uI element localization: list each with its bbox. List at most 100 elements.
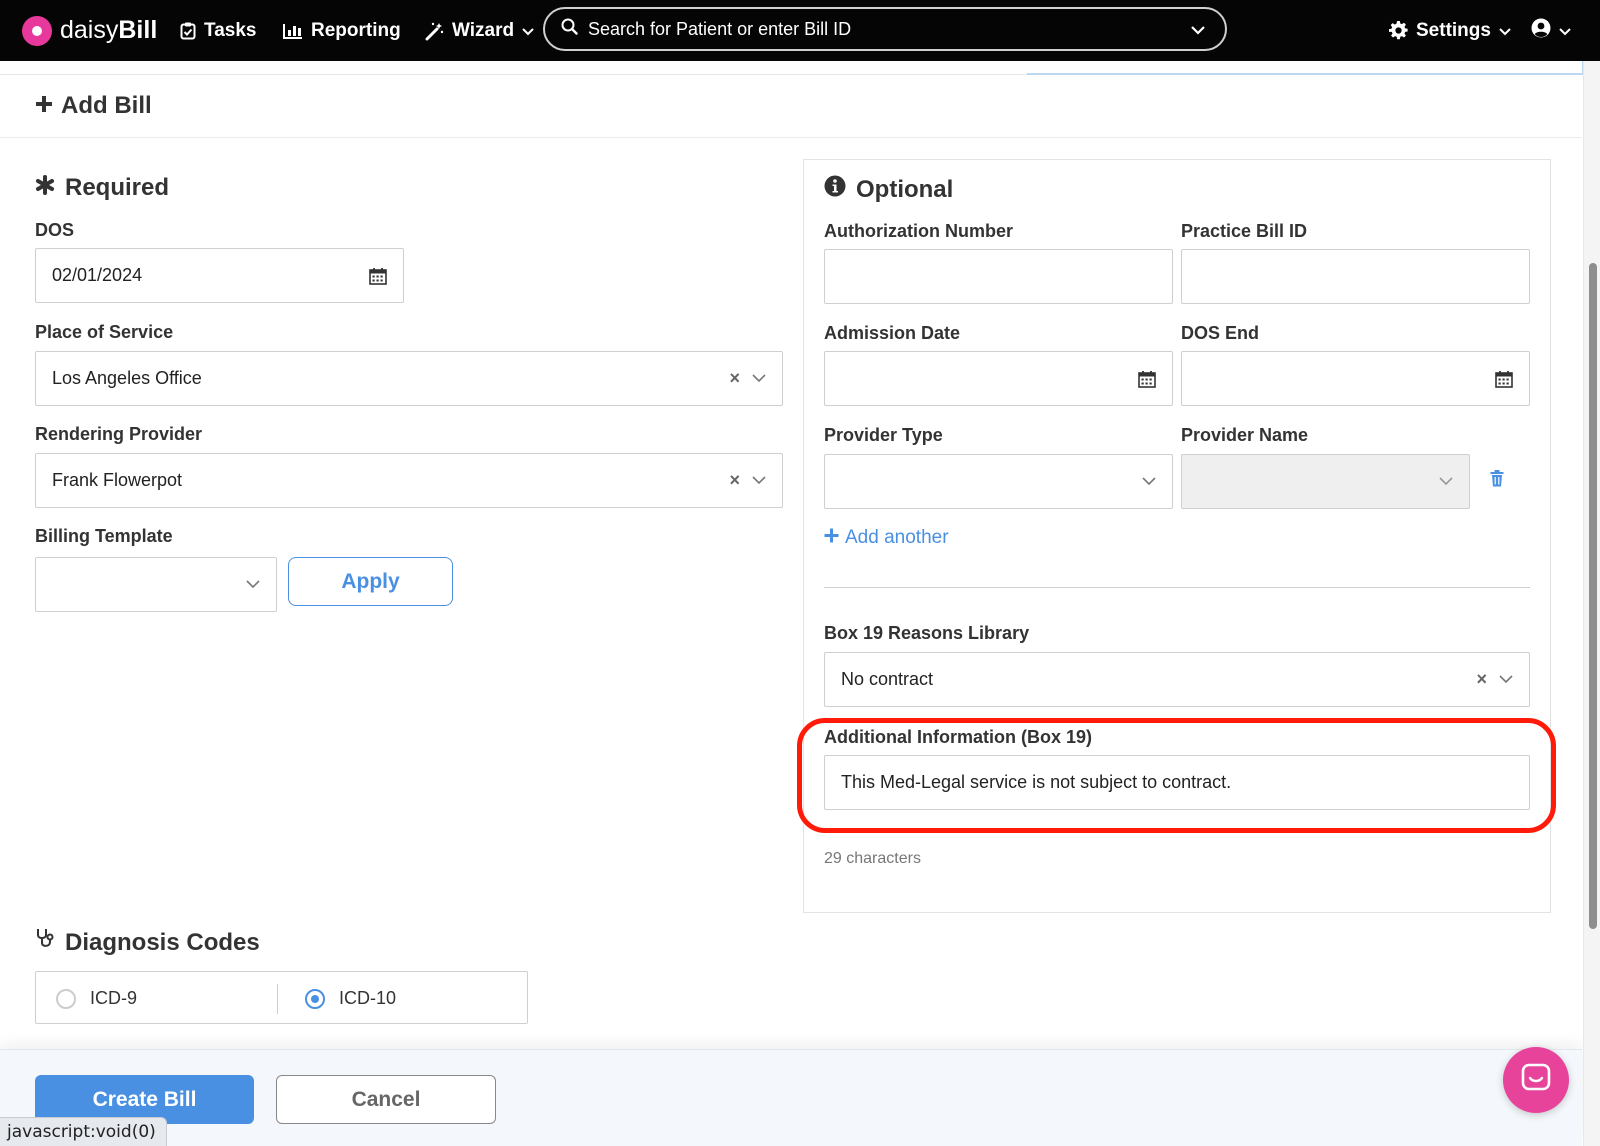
add-another-label: Add another: [845, 527, 949, 548]
highlight-annotation: [797, 718, 1556, 833]
asterisk-icon: [35, 174, 55, 202]
status-bar-url: javascript:void(0): [0, 1117, 167, 1146]
clear-icon[interactable]: ×: [729, 470, 740, 491]
place-of-service-select[interactable]: Los Angeles Office ×: [35, 351, 783, 406]
rendering-provider-value: Frank Flowerpot: [52, 470, 183, 490]
rendering-provider-label: Rendering Provider: [35, 424, 203, 444]
chevron-down-icon: [1439, 477, 1453, 486]
gear-icon: [1389, 21, 1408, 40]
stethoscope-icon: [35, 928, 55, 957]
plus-icon: [824, 527, 839, 549]
rendering-provider-select[interactable]: Frank Flowerpot ×: [35, 453, 783, 508]
patient-search-input[interactable]: Search for Patient or enter Bill ID: [543, 7, 1227, 51]
clear-icon[interactable]: ×: [1476, 669, 1487, 690]
box19-library-select[interactable]: No contract ×: [824, 652, 1530, 707]
nav-settings[interactable]: Settings: [1389, 0, 1511, 61]
chevron-down-icon[interactable]: [1142, 477, 1156, 486]
dos-end-field[interactable]: [1181, 351, 1530, 406]
billing-template-select[interactable]: [35, 557, 277, 612]
brand-name-part1: daisy: [60, 16, 119, 44]
authorization-number-label: Authorization Number: [824, 221, 1013, 241]
nav-wizard-label: Wizard: [452, 19, 515, 41]
daisy-logo-icon: [22, 15, 52, 46]
dos-date-value: 02/01/2024: [52, 265, 143, 285]
nav-wizard[interactable]: Wizard: [424, 0, 534, 61]
section-divider: [824, 587, 1530, 588]
character-count: 29 characters: [824, 850, 921, 867]
chevron-down-icon: [1499, 20, 1511, 42]
radio-icd10-indicator[interactable]: [305, 988, 325, 1009]
calendar-icon[interactable]: [369, 267, 387, 285]
info-circle-icon: [824, 175, 846, 204]
user-avatar-icon: [1531, 18, 1551, 44]
billing-template-label: Billing Template: [35, 526, 173, 546]
diagnosis-codes-heading-text: Diagnosis Codes: [65, 928, 260, 956]
brand-logo[interactable]: daisyBill: [22, 0, 157, 61]
place-of-service-value: Los Angeles Office: [52, 368, 202, 388]
radio-icd10[interactable]: ICD-10: [305, 972, 396, 1025]
chat-support-button[interactable]: [1503, 1047, 1569, 1113]
page-title-text: Add Bill: [61, 92, 152, 119]
calendar-icon[interactable]: [1138, 370, 1156, 388]
search-icon: [561, 18, 578, 40]
chevron-down-icon[interactable]: [1499, 675, 1513, 684]
box19-library-value: No contract: [841, 669, 934, 689]
plus-icon: [35, 92, 53, 120]
optional-heading: Optional: [824, 175, 953, 204]
nav-reporting-label: Reporting: [311, 19, 401, 41]
provider-type-label: Provider Type: [824, 425, 943, 445]
required-heading: Required: [35, 174, 169, 202]
cancel-button[interactable]: Cancel: [276, 1075, 496, 1124]
dos-label: DOS: [35, 220, 75, 240]
top-navbar: daisyBill Tasks Reporting Wizard Search …: [0, 0, 1600, 61]
chat-icon: [1521, 1063, 1551, 1098]
provider-name-select: [1181, 454, 1470, 509]
chevron-down-icon: [522, 20, 534, 42]
radio-icd9[interactable]: ICD-9: [56, 972, 137, 1025]
clipboard-check-icon: [180, 22, 196, 40]
page-title: Add Bill: [35, 92, 152, 120]
admission-date-field[interactable]: [824, 351, 1173, 406]
apply-template-button[interactable]: Apply: [288, 557, 453, 606]
nav-settings-label: Settings: [1416, 19, 1491, 41]
magic-wand-icon: [424, 21, 444, 41]
brand-name-part2: Bill: [118, 16, 158, 44]
diagnosis-codes-heading: Diagnosis Codes: [35, 928, 260, 957]
dos-date-field[interactable]: 02/01/2024: [35, 248, 404, 303]
chevron-down-icon[interactable]: [246, 580, 260, 589]
provider-type-select[interactable]: [824, 454, 1173, 509]
required-heading-text: Required: [65, 174, 170, 201]
user-menu[interactable]: [1531, 0, 1571, 61]
box19-library-label: Box 19 Reasons Library: [824, 623, 1030, 643]
radio-icd10-label: ICD-10: [339, 988, 397, 1008]
radio-divider: [277, 984, 278, 1014]
nav-reporting[interactable]: Reporting: [283, 0, 401, 61]
nav-tasks-label: Tasks: [204, 19, 257, 41]
subnav-strip: [0, 61, 1583, 75]
add-another-provider-link[interactable]: Add another: [824, 527, 949, 549]
trash-icon[interactable]: [1490, 470, 1504, 492]
radio-icd9-indicator[interactable]: [56, 988, 76, 1009]
page-scrollbar-thumb[interactable]: [1589, 263, 1597, 929]
practice-bill-id-input[interactable]: [1181, 249, 1530, 304]
subnav-active-tab-edge: [1027, 61, 1583, 75]
title-divider: [0, 137, 1582, 138]
icd-version-radio-group: ICD-9 ICD-10: [35, 971, 528, 1024]
admission-date-label: Admission Date: [824, 323, 961, 343]
dos-end-label: DOS End: [1181, 323, 1260, 343]
clear-icon[interactable]: ×: [729, 368, 740, 389]
provider-name-label: Provider Name: [1181, 425, 1309, 445]
chevron-down-icon[interactable]: [752, 476, 766, 485]
calendar-icon[interactable]: [1495, 370, 1513, 388]
bar-chart-icon: [283, 23, 303, 39]
chevron-down-icon[interactable]: [1191, 19, 1205, 40]
chevron-down-icon[interactable]: [752, 374, 766, 383]
nav-tasks[interactable]: Tasks: [180, 0, 256, 61]
search-placeholder: Search for Patient or enter Bill ID: [588, 18, 852, 39]
brand-name: daisyBill: [60, 16, 157, 45]
radio-icd9-label: ICD-9: [90, 988, 138, 1008]
optional-heading-text: Optional: [856, 175, 954, 203]
authorization-number-input[interactable]: [824, 249, 1173, 304]
chevron-down-icon: [1559, 20, 1571, 42]
practice-bill-id-label: Practice Bill ID: [1181, 221, 1308, 241]
